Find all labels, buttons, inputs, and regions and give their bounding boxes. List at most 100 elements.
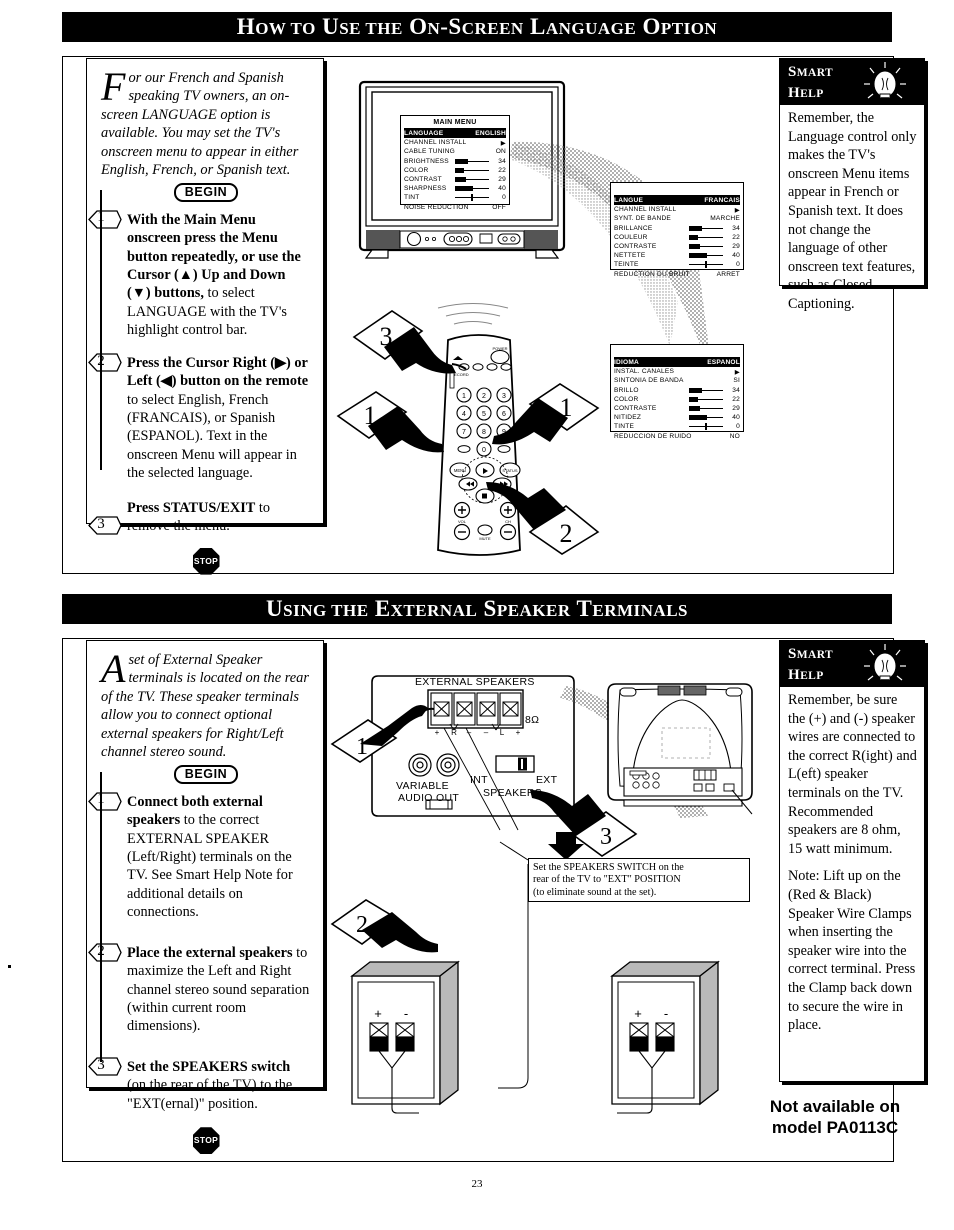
step-3-speakers-bold: Set the SPEAKERS switch	[127, 1058, 291, 1075]
callout-down-arrow	[548, 832, 584, 860]
intro-text: or our French and Spanish speaking TV ow…	[101, 70, 299, 179]
step-2-language: 2 Press the Cursor Right (▶) or Left (◀)…	[88, 353, 311, 483]
step-1-speakers: 1 Connect both external speakers to the …	[88, 791, 311, 922]
intro-text-speakers: set of External Speaker terminals is loc…	[101, 652, 309, 761]
osd-row-value: ON	[495, 148, 506, 156]
osd-english-inner: MAIN MENU LANGUAGE ENGLISH CHANNEL INSTALL…	[401, 116, 509, 214]
osd-row-center-bar	[455, 194, 489, 202]
step-number-3-speakers: 3	[87, 1057, 123, 1076]
step-3-speakers: 3 Set the SPEAKERS switch (on the rear o…	[88, 1057, 311, 1113]
section-banner-language-text: HOW TO USE THE ON-SCREEN LANGUAGE OPTION	[236, 14, 718, 39]
osd-row-bar	[689, 234, 723, 240]
osd-row: SINTONIA DE BANDA SI	[614, 376, 740, 385]
osd-row-value: 40	[732, 252, 740, 260]
osd-row-bar	[689, 415, 723, 421]
osd-row-label: BRILLO	[614, 386, 639, 394]
osd-row-value: 0	[736, 423, 740, 431]
osd-row: NITIDEZ 40	[614, 413, 740, 422]
stop-icon-speakers: STOP	[192, 1127, 220, 1155]
osd-row-label: COLOR	[614, 395, 639, 403]
osd-french-rows: LANGUE FRANCAIS CHANNEL INSTALL ▶ SYNT. DE B…	[614, 196, 740, 279]
osd-row: BRILLO 34	[614, 386, 740, 395]
osd-row-bar	[455, 177, 489, 183]
svg-text:+: +	[634, 1006, 642, 1021]
osd-row-label: LANGUE	[614, 197, 644, 205]
smart-help-speakers-body: Remember, be sure the (+) and (-) speake…	[780, 687, 924, 1041]
osd-row: CONTRASTE 29	[614, 242, 740, 251]
smart-help-speakers-paragraph-1: Remember, be sure the (+) and (-) speake…	[788, 692, 917, 857]
osd-row-label: SINTONIA DE BANDA	[614, 377, 684, 385]
section-banner-speakers: USING THE EXTERNAL SPEAKER TERMINALS	[62, 594, 892, 624]
osd-row: COULEUR 22	[614, 233, 740, 242]
osd-row-value: ESPANOL	[707, 359, 740, 367]
step-1-speakers-text: to the correct EXTERNAL SPEAKER (Left/Ri…	[127, 812, 293, 921]
begin-badge: BEGIN	[173, 182, 239, 202]
svg-text:1: 1	[356, 734, 368, 760]
external-speakers-label: EXTERNAL SPEAKERS	[415, 676, 535, 688]
osd-row-value: 29	[732, 243, 740, 251]
osd-row-value: ▶	[734, 368, 740, 376]
step-3-bold-text: Press STATUS/EXIT	[127, 499, 256, 516]
smart-help-speakers: SMART HELP Remember, be sure the (+) and…	[779, 640, 925, 1082]
osd-row: LANGUAGE ENGLISH	[404, 129, 506, 139]
not-available-note: Not available on model PA0113C	[735, 1096, 935, 1139]
osd-row-label: SYNT. DE BANDE	[614, 215, 672, 223]
smart-help-speakers-paragraph-2: Note: Lift up on the (Red & Black) Speak…	[788, 868, 916, 1034]
not-available-line-2: model PA0113C	[771, 1118, 899, 1138]
step-number-1: 1	[87, 209, 123, 229]
step-2-speakers-bold: Place the external speakers	[127, 944, 293, 961]
osd-row-label: CONTRAST	[404, 176, 442, 184]
osd-row-bar	[689, 244, 723, 250]
steps-rule-speakers	[100, 772, 102, 1062]
intro-paragraph-speakers: A set of External Speaker terminals is l…	[101, 649, 311, 762]
osd-row-value: FRANCAIS	[704, 197, 740, 205]
osd-row-value: 0	[736, 261, 740, 269]
instructions-panel-speakers: A set of External Speaker terminals is l…	[86, 640, 324, 1155]
osd-row: NOISE REDUCTION OFF	[404, 203, 506, 212]
smart-help-language: SMART HELP Remember, the Language contro…	[779, 58, 925, 312]
svg-text:3: 3	[600, 824, 612, 850]
svg-text:2: 2	[356, 912, 368, 938]
speakers-switch-int-label: INT	[470, 774, 488, 786]
osd-row-label: REDUCCION DE RUIDO	[614, 432, 692, 440]
callout-line-3: (to eliminate sound at the set).	[533, 886, 657, 898]
scan-artifact	[8, 965, 11, 968]
osd-row-bar	[689, 225, 723, 231]
osd-english-title: MAIN MENU	[404, 118, 506, 129]
osd-row-label: REDUCTION DU BRUIT	[614, 270, 690, 278]
osd-row-center-bar	[689, 423, 723, 431]
osd-spanish-inner: IDIOMA ESPANOL INSTAL. CANALES ▶ SINTONIA DE…	[611, 345, 743, 443]
pointer-hand-1-right-language: 1	[470, 380, 600, 460]
osd-row-label: NETTETE	[614, 252, 646, 260]
step-number-3: 3	[87, 516, 123, 535]
svg-text:+: +	[516, 728, 521, 737]
osd-row-value: ▶	[734, 206, 740, 214]
osd-row: NETTETE 40	[614, 251, 740, 260]
svg-text:–: –	[467, 728, 472, 737]
osd-row-value: MARCHE	[710, 215, 740, 223]
osd-row-value: SI	[733, 377, 740, 385]
osd-row-bar	[455, 186, 489, 192]
osd-row: LANGUE FRANCAIS	[614, 196, 740, 206]
osd-spanish-title	[614, 347, 740, 358]
lightbulb-icon	[864, 62, 906, 105]
step-number-2-speakers: 2	[87, 943, 123, 962]
osd-row-value: 34	[732, 224, 740, 232]
osd-row-bar	[689, 396, 723, 402]
not-available-line-1: Not available on	[769, 1097, 901, 1116]
svg-text:POWER: POWER	[492, 346, 507, 351]
section-banner-speakers-text: USING THE EXTERNAL SPEAKER TERMINALS	[266, 596, 688, 621]
osd-row: CHANNEL INSTALL ▶	[614, 205, 740, 214]
osd-row: COLOR 22	[404, 166, 506, 175]
intro-dropcap: F	[101, 64, 126, 109]
osd-row-label: CHANNEL INSTALL	[614, 206, 677, 214]
osd-row-bar	[455, 167, 489, 173]
osd-row-label: NITIDEZ	[614, 414, 642, 422]
callout-leader-line	[498, 841, 529, 1089]
osd-row: INSTAL. CANALES ▶	[614, 367, 740, 376]
variable-audio-out-label-line2: AUDIO OUT	[398, 792, 460, 804]
step-2-bold-text: Press the Cursor Right (▶) or Left (◀) b…	[127, 354, 309, 390]
osd-row: TINT 0	[404, 193, 506, 202]
stop-badge-wrap-language: STOP	[101, 547, 311, 575]
step-number-1-speakers: 1	[87, 791, 123, 811]
